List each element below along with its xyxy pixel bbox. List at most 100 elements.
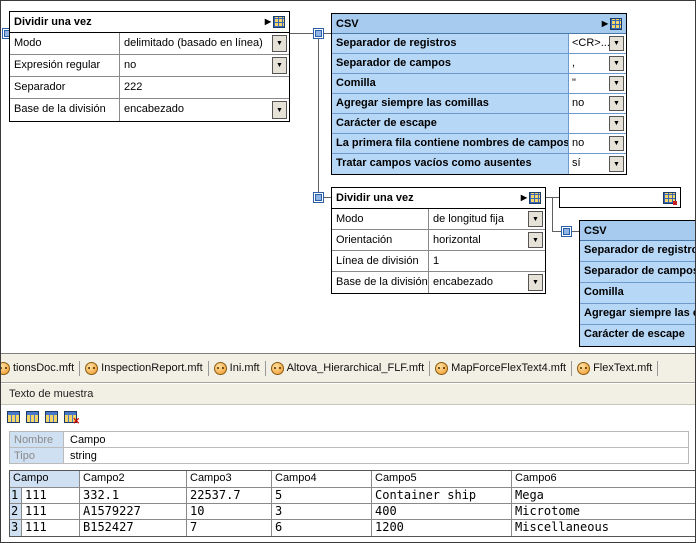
dropdown-button[interactable]: ▼ (609, 76, 624, 91)
property-value-cell[interactable]: no ▼ (120, 55, 289, 76)
dropdown-button[interactable]: ▼ (609, 156, 624, 172)
component-header[interactable]: Dividir una vez ▶ (332, 188, 545, 209)
component-header[interactable]: Dividir una vez ▶ (10, 12, 289, 33)
output-node-box[interactable] (559, 187, 681, 208)
document-tab[interactable]: tionsDoc.mft (1, 361, 79, 375)
grid-cell[interactable]: A1579227 (80, 504, 187, 519)
grid-cell[interactable]: 111 (22, 520, 80, 536)
property-label: Línea de división (332, 251, 429, 271)
property-value-cell[interactable]: horizontal ▼ (429, 230, 545, 250)
property-label: Orientación (332, 230, 429, 250)
csv-property-row: Agregar siempre las comillas no ▼ (332, 94, 626, 114)
row-number[interactable]: 2 (10, 504, 22, 519)
property-value-cell[interactable]: no ▼ (569, 94, 626, 113)
dropdown-button[interactable]: ▼ (272, 57, 287, 74)
component-header[interactable]: CSV ▶ (332, 14, 626, 34)
mft-file-icon (85, 361, 99, 375)
tab-label: Altova_Hierarchical_FLF.mft (286, 362, 425, 374)
property-row: Base de la división encabezado ▼ (332, 272, 545, 293)
toolbar-button-3[interactable] (43, 408, 60, 425)
component-header-icons: ▶ (265, 16, 285, 28)
connector-line (552, 198, 553, 232)
dropdown-button[interactable]: ▼ (609, 116, 624, 131)
property-label: Base de la división (332, 272, 429, 293)
collapse-arrow-icon[interactable]: ▶ (602, 19, 608, 28)
property-value-cell[interactable]: 1 (429, 251, 545, 271)
tree-node-expander-icon[interactable] (313, 28, 324, 39)
csv-property-row: Separador de campos , ▼ (332, 54, 626, 74)
connector-line (324, 197, 331, 198)
dropdown-button[interactable]: ▼ (272, 101, 287, 119)
property-value-cell[interactable]: de longitud fija ▼ (429, 209, 545, 229)
grid-cell[interactable]: 7 (187, 520, 272, 536)
column-header[interactable]: Campo6 (512, 471, 695, 487)
component-header[interactable]: CSV (580, 221, 695, 241)
grid-cell[interactable]: 10 (187, 504, 272, 519)
dropdown-button[interactable]: ▼ (528, 274, 543, 291)
grid-cell[interactable]: Miscellaneous (512, 520, 695, 536)
grid-cell[interactable]: B152427 (80, 520, 187, 536)
property-value-cell[interactable]: delimitado (basado en línea) ▼ (120, 33, 289, 54)
property-value-cell[interactable]: 222 (120, 77, 289, 98)
property-value-cell[interactable]: no ▼ (569, 134, 626, 153)
document-tab[interactable]: InspectionReport.mft (80, 361, 208, 375)
document-tab[interactable]: Ini.mft (209, 361, 265, 375)
property-value-cell[interactable]: ▼ (569, 114, 626, 133)
csv-property-row: Comilla (580, 283, 695, 304)
column-header[interactable]: Campo2 (80, 471, 187, 487)
csv-property-row: Carácter de escape (580, 325, 695, 346)
row-number[interactable]: 3 (10, 520, 22, 536)
grid-cell[interactable]: 1200 (372, 520, 512, 536)
row-number[interactable]: 1 (10, 488, 22, 503)
grid-cell[interactable]: Container ship (372, 488, 512, 503)
grid-cell[interactable]: 22537.7 (187, 488, 272, 503)
field-property-value[interactable]: Campo (64, 432, 688, 447)
component-header-icons: ▶ (602, 17, 622, 30)
mft-file-icon (435, 361, 449, 375)
grid-cell[interactable]: Microtome (512, 504, 695, 519)
property-value-cell[interactable]: " ▼ (569, 74, 626, 93)
grid-cell[interactable]: 400 (372, 504, 512, 519)
connector-line (290, 33, 313, 34)
document-tab[interactable]: FlexText.mft (572, 361, 657, 375)
connector-line (318, 39, 319, 192)
dropdown-button[interactable]: ▼ (609, 96, 624, 111)
component-title: Dividir una vez (14, 16, 92, 28)
tree-node-expander-icon[interactable] (313, 192, 324, 203)
mapforce-flextext-window: Dividir una vez ▶ Modo delimitado (basad… (0, 0, 696, 543)
dropdown-button[interactable]: ▼ (609, 56, 624, 71)
grid-cell[interactable]: 5 (272, 488, 372, 503)
property-value-cell[interactable]: sí ▼ (569, 154, 626, 174)
property-value-cell[interactable]: encabezado ▼ (120, 99, 289, 121)
grid-cell[interactable]: Mega (512, 488, 695, 503)
column-header[interactable]: Campo3 (187, 471, 272, 487)
dropdown-button[interactable]: ▼ (528, 232, 543, 248)
component-title: CSV (584, 224, 607, 237)
document-tab[interactable]: MapForceFlexText4.mft (430, 361, 571, 375)
toolbar-button-2[interactable] (24, 408, 41, 425)
collapse-arrow-icon[interactable]: ▶ (521, 194, 527, 202)
property-label: Comilla (580, 283, 695, 303)
dropdown-button[interactable]: ▼ (609, 136, 624, 151)
property-value-cell[interactable]: encabezado ▼ (429, 272, 545, 293)
grid-cell[interactable]: 111 (22, 488, 80, 503)
collapse-arrow-icon[interactable]: ▶ (265, 18, 271, 26)
dropdown-button[interactable]: ▼ (609, 36, 624, 51)
field-property-value[interactable]: string (64, 448, 688, 463)
property-value-cell[interactable]: <CR>... ▼ (569, 34, 626, 53)
grid-cell[interactable]: 6 (272, 520, 372, 536)
sample-text-caption: Texto de muestra (1, 384, 695, 405)
tree-node-expander-icon[interactable] (561, 226, 572, 237)
dropdown-button[interactable]: ▼ (272, 35, 287, 52)
document-tab[interactable]: Altova_Hierarchical_FLF.mft (266, 361, 430, 375)
dropdown-button[interactable]: ▼ (528, 211, 543, 227)
grid-cell[interactable]: 111 (22, 504, 80, 519)
column-header[interactable]: Campo5 (372, 471, 512, 487)
column-header[interactable]: Campo4 (272, 471, 372, 487)
grid-cell[interactable]: 3 (272, 504, 372, 519)
toolbar-button-delete[interactable] (62, 408, 80, 427)
property-value-cell[interactable]: , ▼ (569, 54, 626, 73)
column-header[interactable]: Campo (10, 471, 80, 487)
grid-cell[interactable]: 332.1 (80, 488, 187, 503)
toolbar-button-1[interactable] (5, 408, 22, 425)
